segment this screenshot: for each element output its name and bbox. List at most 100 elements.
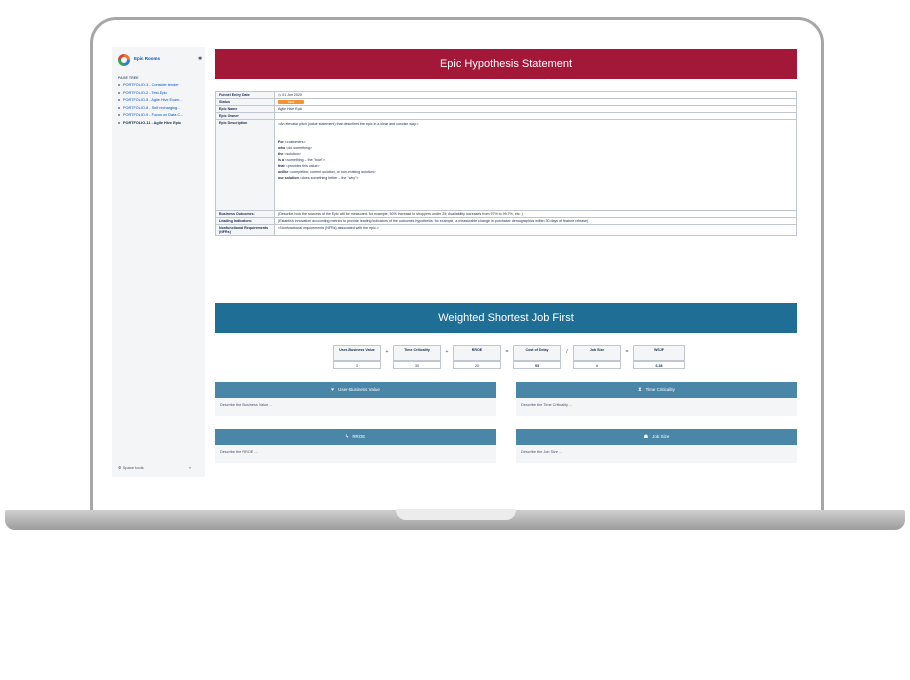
- page-tree-label: PAGE TREE: [118, 76, 139, 80]
- funnel-date-text: 01 Jun 2020: [282, 93, 302, 97]
- page-tree-item-label[interactable]: PORTFOLIO-5 - Agile Hive Exam...: [123, 98, 182, 102]
- wsjf-header-job-size: Job Size: [573, 345, 621, 361]
- panel-header: ⧗ Time Criticality: [516, 382, 797, 398]
- wsjf-value-cost-of-delay: 53: [513, 361, 561, 369]
- description-line: our solution <does something better – th…: [278, 175, 793, 181]
- page-tree-item[interactable]: PORTFOLIO-8 - Self recharging...: [116, 106, 204, 114]
- page-content: Epic Hypothesis Statement Funnel Entry D…: [215, 49, 797, 477]
- panel-title: Job Size: [652, 434, 670, 439]
- time-criticality-panel: ⧗ Time Criticality Describe the Time Crit…: [516, 382, 797, 416]
- bullet-icon: [118, 106, 120, 109]
- space-name[interactable]: Epic Rooms: [134, 56, 160, 61]
- heart-icon: ♥: [331, 387, 335, 393]
- page-tree-item[interactable]: PORTFOLIO-2 - Test-Epic: [116, 91, 204, 99]
- page-tree-item[interactable]: PORTFOLIO-9 - Focus on Data C...: [116, 113, 204, 121]
- wsjf-value-rroe: 20: [453, 361, 501, 369]
- wsjf-header-cost-of-delay: Cost of Delay: [513, 345, 561, 361]
- panel-header: ☗ Job Size: [516, 429, 797, 445]
- bullet-icon: [118, 91, 120, 94]
- page-tree: PORTFOLIO-3 - Consider tender PORTFOLIO-…: [116, 83, 204, 128]
- funnel-entry-date-label: Funnel Entry Date: [215, 91, 275, 99]
- lightning-icon: ϟ: [345, 434, 349, 440]
- bullet-icon: [118, 121, 120, 124]
- epic-name-value: Agile Hive Epic: [274, 105, 797, 113]
- sidebar: Epic Rooms ✱ PAGE TREE PORTFOLIO-3 - Con…: [112, 47, 205, 477]
- description-text: <customers>: [283, 140, 306, 144]
- leading-indicators-label: Leading Indicators:: [215, 217, 275, 225]
- space-logo-icon: [118, 54, 130, 66]
- rroe-panel: ϟ RROE Describe the RROE ...: [215, 429, 496, 463]
- bullet-icon: [118, 99, 120, 101]
- description-text: <does something better – the "why">: [298, 176, 359, 180]
- epic-name-label: Epic Name: [215, 105, 275, 113]
- calendar-icon: ◷: [278, 93, 282, 97]
- epic-description-label: Epic Description: [215, 119, 275, 211]
- wsjf-header-rroe: RROE: [453, 345, 501, 361]
- collapse-sidebar-icon[interactable]: «: [189, 465, 191, 470]
- pin-icon[interactable]: ✱: [198, 56, 202, 62]
- epic-table: Funnel Entry Date ◷ 01 Jun 2020 Status N…: [215, 91, 797, 236]
- table-row: Funnel Entry Date ◷ 01 Jun 2020: [215, 91, 797, 99]
- plus-operator: +: [445, 349, 449, 355]
- description-text: <provides this value>: [284, 164, 320, 168]
- keyword: unlike: [278, 170, 289, 174]
- wsjf-value-job-size: 8: [573, 361, 621, 369]
- page-tree-item-label[interactable]: PORTFOLIO-11 - Agile Hive Epic: [123, 121, 181, 125]
- hourglass-icon: ⧗: [638, 387, 642, 393]
- page-tree-item-label[interactable]: PORTFOLIO-8 - Self recharging...: [123, 106, 180, 110]
- panel-header: ϟ RROE: [215, 429, 496, 445]
- page-tree-item-label[interactable]: PORTFOLIO-2 - Test-Epic: [123, 91, 167, 95]
- business-outcomes-label: Business Outcomes:: [215, 210, 275, 218]
- laptop-notch: [396, 509, 516, 520]
- wsjf-header-time-criticality: Time Criticality: [393, 345, 441, 361]
- space-tools-button[interactable]: ⚙ Space tools: [118, 465, 144, 470]
- table-row: Epic Owner: [215, 112, 797, 120]
- space-header[interactable]: Epic Rooms ✱: [118, 54, 202, 68]
- panel-body[interactable]: Describe the Time Criticality ...: [516, 398, 797, 416]
- epic-owner-label: Epic Owner: [215, 112, 275, 120]
- divide-operator: /: [566, 349, 568, 355]
- table-row: Leading Indicators: (Establish innovatio…: [215, 217, 797, 225]
- table-row: Business Outcomes: (Describe how the suc…: [215, 210, 797, 218]
- panel-title: RROE: [352, 434, 366, 439]
- page-tree-item[interactable]: PORTFOLIO-3 - Consider tender: [116, 83, 204, 91]
- plus-operator: +: [385, 349, 389, 355]
- description-text: <something – the "how">: [284, 158, 325, 162]
- business-outcomes-value: (Describe how the success of the Epic wi…: [274, 210, 797, 218]
- panel-body[interactable]: Describe the Job Size ...: [516, 445, 797, 463]
- panel-body[interactable]: Describe the Business Value ...: [215, 398, 496, 416]
- space-tools-label: Space tools: [122, 465, 144, 470]
- keyword: our solution: [278, 176, 299, 180]
- table-row: Nonfunctional Requirements (NFRs) <Nonfu…: [215, 224, 797, 236]
- nfr-value: <Nonfunctional requirements (NFRs) assoc…: [274, 224, 797, 236]
- epic-description-value: <An elevator pitch (value statement) tha…: [274, 119, 797, 211]
- panel-title: Time Criticality: [645, 387, 675, 392]
- status-label: Status: [215, 98, 275, 106]
- job-size-panel: ☗ Job Size Describe the Job Size ...: [516, 429, 797, 463]
- bullet-icon: [118, 114, 120, 116]
- description-text: <do something>: [285, 146, 312, 150]
- wsjf-banner: Weighted Shortest Job First: [215, 303, 797, 333]
- status-value: NEW: [274, 98, 797, 106]
- equals-operator: =: [625, 349, 629, 355]
- page-tree-item-active[interactable]: PORTFOLIO-11 - Agile Hive Epic: [116, 121, 204, 129]
- page-tree-item-label[interactable]: PORTFOLIO-9 - Focus on Data C...: [123, 113, 183, 117]
- user-business-value-panel: ♥ User-Business Value Describe the Busine…: [215, 382, 496, 416]
- laptop-screen: Epic Rooms ✱ PAGE TREE PORTFOLIO-3 - Con…: [112, 47, 798, 477]
- epic-hypothesis-banner: Epic Hypothesis Statement: [215, 49, 797, 79]
- panel-body[interactable]: Describe the RROE ...: [215, 445, 496, 463]
- panel-title: User-Business Value: [338, 387, 380, 392]
- description-text: <competitor, current solution, or non-ex…: [288, 170, 376, 174]
- epic-owner-value: [274, 112, 797, 120]
- page-tree-item-label[interactable]: PORTFOLIO-3 - Consider tender: [123, 83, 179, 87]
- nfr-label: Nonfunctional Requirements (NFRs): [215, 224, 275, 236]
- description-text: <solution>: [283, 152, 301, 156]
- bullet-icon: [118, 84, 120, 86]
- wsjf-value-user-business-value: 3: [333, 361, 381, 369]
- weight-icon: ☗: [643, 434, 649, 440]
- table-row: Epic Description <An elevator pitch (val…: [215, 119, 797, 211]
- page-tree-item[interactable]: PORTFOLIO-5 - Agile Hive Exam...: [116, 98, 204, 106]
- wsjf-value-time-criticality: 30: [393, 361, 441, 369]
- leading-indicators-value: (Establish innovation accounting metrics…: [274, 217, 797, 225]
